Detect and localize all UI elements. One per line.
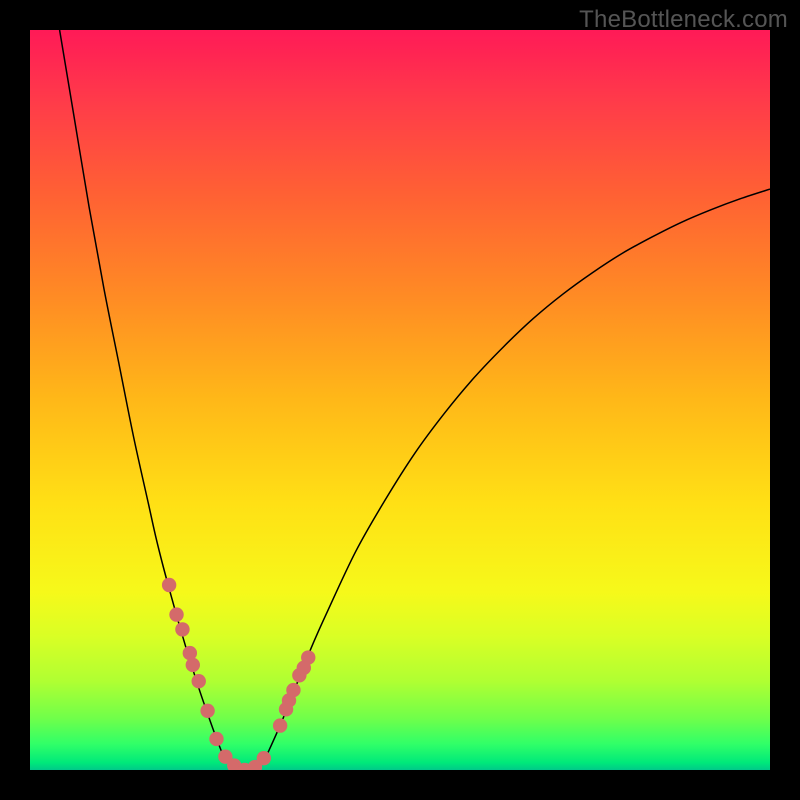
highlight-dot — [286, 683, 300, 697]
highlight-dot — [175, 622, 189, 636]
bottleneck-curve — [60, 30, 770, 770]
highlight-dots-group — [162, 578, 316, 770]
highlight-dot — [200, 704, 214, 718]
highlight-dot — [192, 674, 206, 688]
highlight-dot — [273, 718, 287, 732]
highlight-dot — [301, 650, 315, 664]
highlight-dot — [169, 607, 183, 621]
highlight-dot — [209, 732, 223, 746]
highlight-dot — [162, 578, 176, 592]
chart-frame: TheBottleneck.com — [0, 0, 800, 800]
plot-area — [30, 30, 770, 770]
highlight-dot — [257, 751, 271, 765]
highlight-dot — [186, 658, 200, 672]
chart-svg — [30, 30, 770, 770]
watermark-text: TheBottleneck.com — [579, 6, 788, 34]
